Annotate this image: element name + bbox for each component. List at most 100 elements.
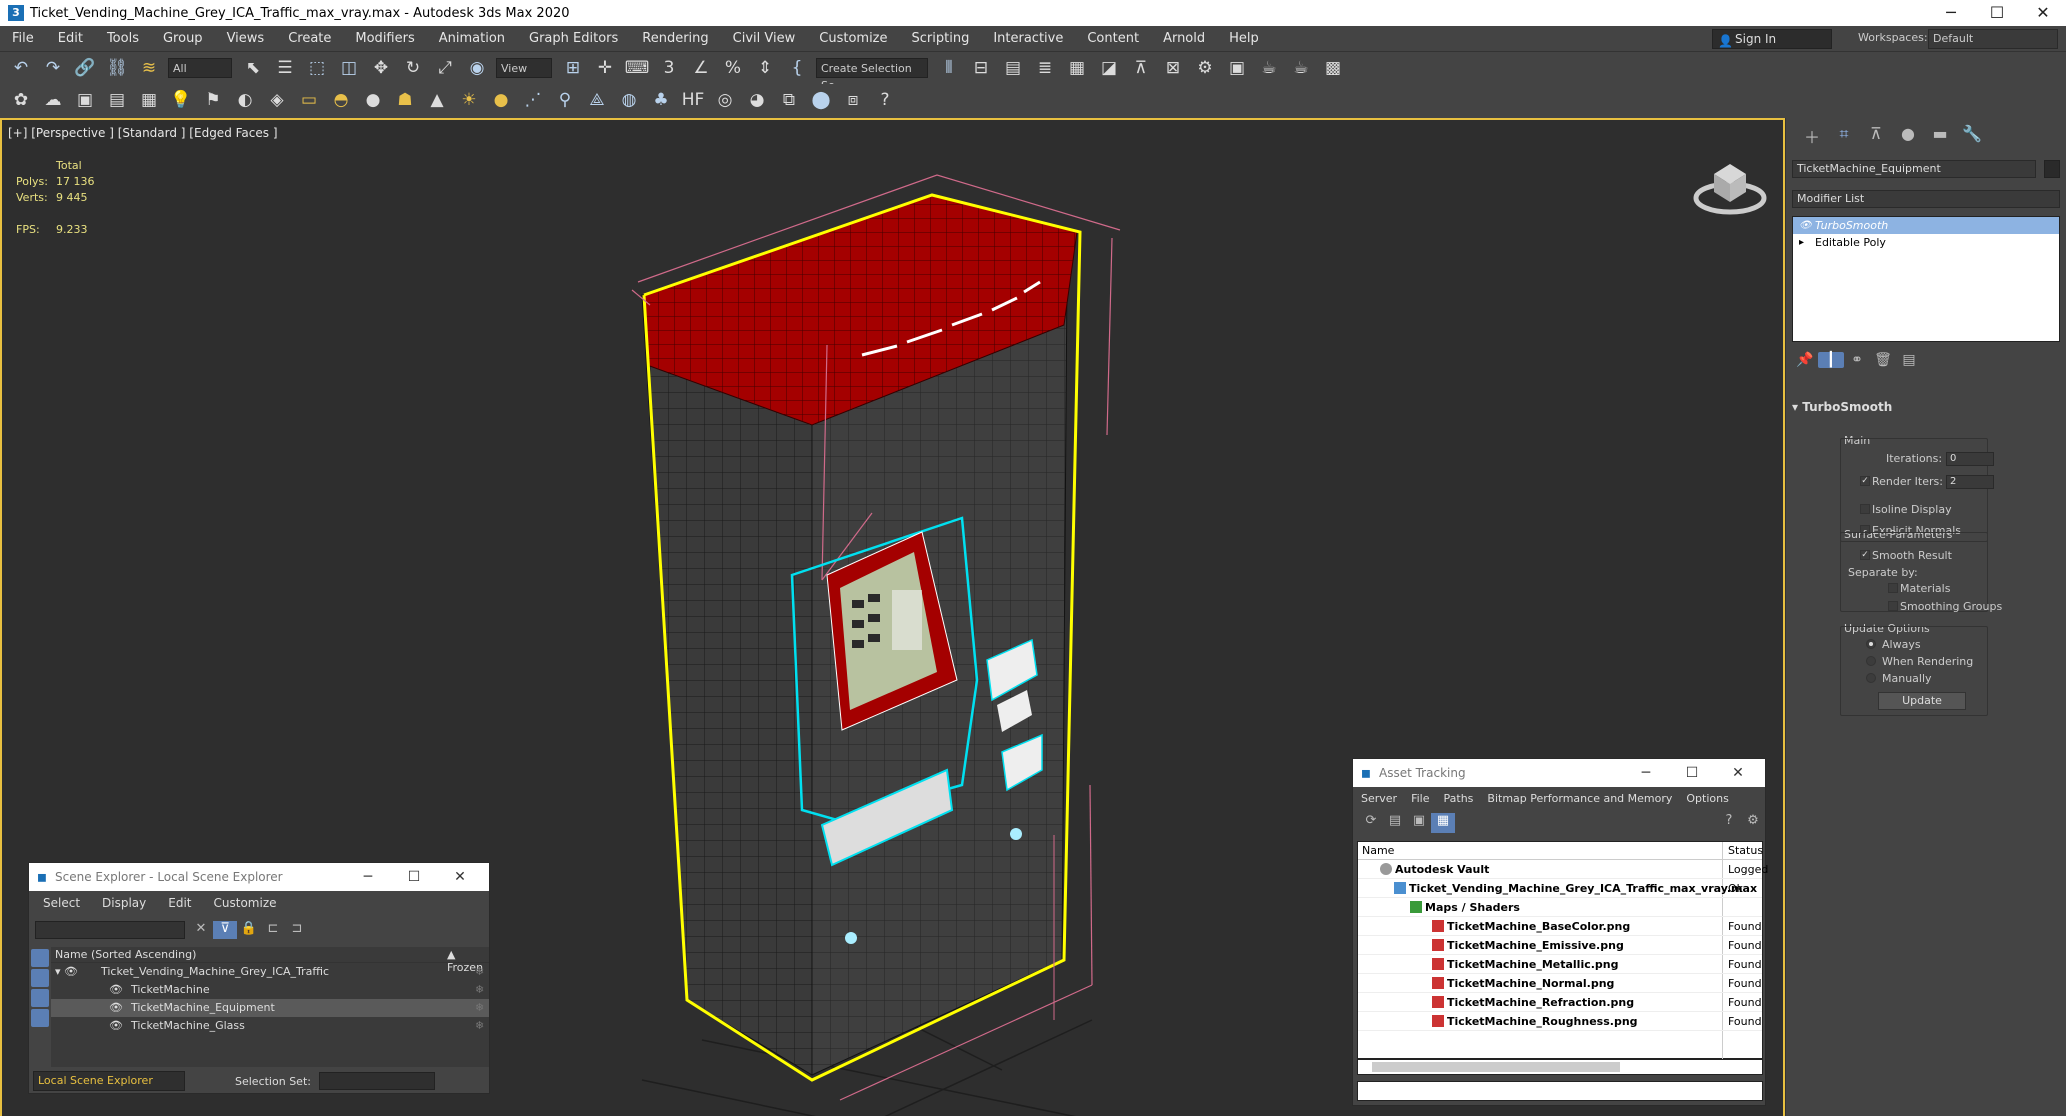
se-search-input[interactable]	[35, 921, 185, 939]
isoline-checkbox[interactable]	[1860, 504, 1870, 514]
menu-edit[interactable]: Edit	[46, 31, 95, 46]
se-menu-display[interactable]: Display	[102, 896, 146, 910]
named-selection-dropdown[interactable]: Create Selection Se	[816, 58, 928, 92]
visibility-icon[interactable]: 👁	[109, 981, 123, 999]
geometry-filter-icon[interactable]	[31, 949, 49, 967]
eye-icon[interactable]: 👁	[1799, 217, 1812, 234]
update-button[interactable]: Update	[1878, 692, 1966, 710]
snaps-toggle-icon[interactable]: 3	[656, 55, 682, 81]
keyboard-shortcut-icon[interactable]: ⌨	[624, 55, 650, 81]
asset-row[interactable]: Maps / Shaders	[1358, 898, 1762, 917]
angle-snap-icon[interactable]: ∠	[688, 55, 714, 81]
at-help-icon[interactable]: ?	[1717, 813, 1741, 833]
menu-content[interactable]: Content	[1075, 31, 1151, 46]
se-maximize-button[interactable]: ☐	[391, 863, 437, 891]
undo-icon[interactable]: ↶	[8, 55, 34, 81]
pivot-icon[interactable]: ⊞	[560, 55, 586, 81]
when-rendering-radio[interactable]	[1866, 656, 1876, 666]
object-color-swatch[interactable]	[2044, 160, 2060, 178]
vray-icon[interactable]: ✿	[8, 87, 34, 113]
asset-row[interactable]: TicketMachine_BaseColor.png Found	[1358, 917, 1762, 936]
at-col-status[interactable]: Status	[1728, 844, 1763, 857]
render-production-icon[interactable]: ☕	[1256, 55, 1282, 81]
menu-tools[interactable]: Tools	[95, 31, 151, 46]
asset-tracking-titlebar[interactable]: ◼ Asset Tracking ─ ☐ ✕	[1353, 759, 1765, 787]
menu-help[interactable]: Help	[1217, 31, 1271, 46]
visibility-icon[interactable]: 👁	[109, 1017, 123, 1035]
close-button[interactable]: ✕	[2020, 0, 2066, 26]
always-radio[interactable]	[1866, 639, 1876, 649]
at-close-button[interactable]: ✕	[1715, 759, 1761, 787]
object-name-field[interactable]: TicketMachine_Equipment	[1792, 160, 2036, 178]
list-view-icon[interactable]: ▤	[1383, 813, 1407, 833]
lock-icon[interactable]: 🔒	[237, 921, 261, 939]
se-menu-select[interactable]: Select	[43, 896, 80, 910]
smooth-result-checkbox[interactable]: ✓	[1860, 550, 1870, 560]
smoothing-groups-checkbox[interactable]	[1888, 601, 1898, 611]
make-unique-icon[interactable]: ⚭	[1844, 352, 1870, 368]
fur-object-icon[interactable]: ♣	[648, 87, 674, 113]
mirror-icon[interactable]: ⫴	[936, 55, 962, 81]
expand-arrow-icon[interactable]: ▾ 👁	[55, 963, 78, 981]
hierarchy-expand-icon[interactable]: ⊐	[285, 921, 309, 939]
expand-arrow-icon[interactable]: ▸	[1799, 234, 1804, 251]
window-crossing-icon[interactable]: ◫	[336, 55, 362, 81]
menu-civil-view[interactable]: Civil View	[721, 31, 808, 46]
col-name-header[interactable]: Name (Sorted Ascending)	[55, 948, 196, 961]
minimize-button[interactable]: ─	[1928, 0, 1974, 26]
filter-icon[interactable]: ⊽	[213, 921, 237, 939]
fur-icon[interactable]: ⋰	[520, 87, 546, 113]
menu-interactive[interactable]: Interactive	[981, 31, 1075, 46]
render-setup-icon[interactable]: ⚙	[1192, 55, 1218, 81]
se-minimize-button[interactable]: ─	[345, 863, 391, 891]
mtl-library-icon[interactable]: ⬤	[808, 87, 834, 113]
ambient-light-icon[interactable]: ●	[488, 87, 514, 113]
rotate-icon[interactable]: ↻	[400, 55, 426, 81]
bind-space-warp-icon[interactable]: ≋	[136, 55, 162, 81]
frozen-icon[interactable]: ❄	[475, 1017, 484, 1035]
ies-light-icon[interactable]: ▲	[424, 87, 450, 113]
render-grid-icon[interactable]: ▩	[1320, 55, 1346, 81]
scene-explorer-icon[interactable]: ▤	[1000, 55, 1026, 81]
cameras-filter-icon[interactable]	[31, 1009, 49, 1027]
clear-search-icon[interactable]: ✕	[189, 921, 213, 939]
stack-item-editable-poly[interactable]: ▸ Editable Poly	[1793, 234, 2059, 251]
curve-editor-icon[interactable]: ◪	[1096, 55, 1122, 81]
asset-row[interactable]: TicketMachine_Normal.png Found	[1358, 974, 1762, 993]
render-iters-spinner[interactable]: 2	[1946, 475, 1994, 489]
horizontal-scrollbar[interactable]	[1357, 1059, 1763, 1075]
tree-row[interactable]: 👁 TicketMachine_Equipment ❄	[51, 999, 489, 1017]
sphere-light-icon[interactable]: ●	[360, 87, 386, 113]
redo-icon[interactable]: ↷	[40, 55, 66, 81]
iterations-spinner[interactable]: 0	[1946, 452, 1994, 466]
materials-checkbox[interactable]	[1888, 583, 1898, 593]
scene-explorer-titlebar[interactable]: ◼ Scene Explorer - Local Scene Explorer …	[29, 863, 489, 891]
material-editor-icon[interactable]: ⊠	[1160, 55, 1186, 81]
workspaces-dropdown[interactable]: Default	[1928, 29, 2058, 49]
display-tab-icon[interactable]: ▬	[1924, 124, 1956, 148]
modifier-list-dropdown[interactable]: Modifier List	[1792, 190, 2060, 208]
configure-sets-icon[interactable]: ▤	[1896, 352, 1922, 368]
menu-modifiers[interactable]: Modifiers	[343, 31, 426, 46]
visibility-icon[interactable]: 👁	[109, 999, 123, 1017]
ref-coord-dropdown[interactable]: View	[496, 58, 552, 78]
remove-modifier-icon[interactable]: 🗑	[1870, 352, 1896, 368]
plane-icon[interactable]: ⟁	[584, 87, 610, 113]
sign-in-dropdown[interactable]: 👤 Sign In	[1712, 29, 1832, 49]
percent-snap-icon[interactable]: %	[720, 55, 746, 81]
move-icon[interactable]: ✥	[368, 55, 394, 81]
light-lister-icon[interactable]: 💡	[168, 87, 194, 113]
se-close-button[interactable]: ✕	[437, 863, 483, 891]
render-list-icon[interactable]: ▦	[136, 87, 162, 113]
menu-scripting[interactable]: Scripting	[900, 31, 982, 46]
physical-camera-icon[interactable]: ◕	[744, 87, 770, 113]
menu-customize[interactable]: Customize	[807, 31, 899, 46]
asset-row[interactable]: TicketMachine_Metallic.png Found	[1358, 955, 1762, 974]
menu-group[interactable]: Group	[151, 31, 215, 46]
pin-stack-icon[interactable]: 📌	[1792, 352, 1818, 368]
help-icon[interactable]: ?	[872, 87, 898, 113]
cloud-icon[interactable]: ☁	[40, 87, 66, 113]
layer-explorer-icon[interactable]: ≣	[1032, 55, 1058, 81]
select-by-name-icon[interactable]: ☰	[272, 55, 298, 81]
plane-light-icon[interactable]: ▭	[296, 87, 322, 113]
